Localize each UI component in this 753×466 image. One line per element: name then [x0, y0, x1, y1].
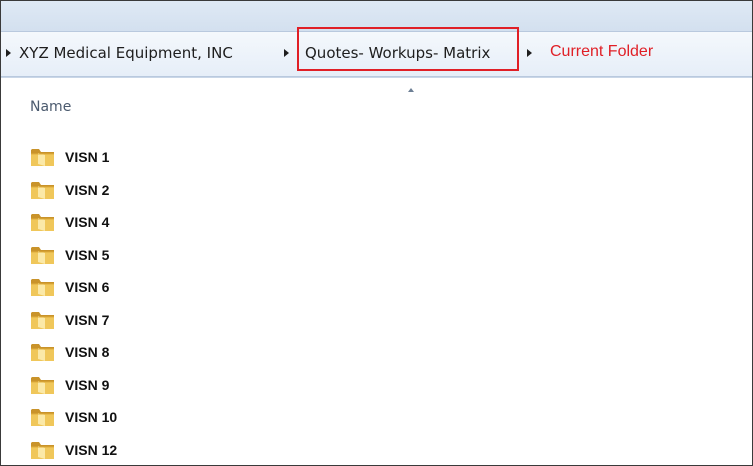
folder-icon — [31, 246, 54, 264]
folder-label: VISN 2 — [65, 181, 110, 198]
folder-item[interactable]: VISN 7 — [30, 304, 270, 337]
folder-item[interactable]: VISN 8 — [30, 336, 270, 369]
folder-item[interactable]: VISN 9 — [30, 369, 270, 402]
chevron-right-icon[interactable] — [6, 49, 11, 57]
folder-icon — [31, 214, 54, 232]
folder-item[interactable]: VISN 10 — [30, 401, 270, 434]
folder-label: VISN 9 — [65, 376, 110, 393]
folder-item[interactable]: VISN 6 — [30, 271, 270, 304]
folder-item[interactable]: VISN 12 — [30, 434, 270, 466]
folder-label: VISN 7 — [65, 311, 110, 328]
breadcrumb-parent[interactable]: XYZ Medical Equipment, INC — [19, 44, 233, 62]
current-folder-annotation: Current Folder — [550, 43, 654, 60]
folder-label: VISN 4 — [65, 214, 110, 231]
folder-icon — [31, 311, 54, 329]
folder-item[interactable]: VISN 5 — [30, 239, 270, 272]
folder-icon — [31, 279, 54, 297]
current-folder-highlight — [297, 27, 519, 71]
folder-label: VISN 10 — [65, 409, 118, 426]
folder-icon — [31, 409, 54, 427]
folder-label: VISN 1 — [65, 149, 110, 166]
folder-icon — [31, 181, 54, 199]
folder-item[interactable]: VISN 1 — [30, 141, 270, 174]
folder-icon — [31, 441, 54, 459]
folder-icon — [31, 344, 54, 362]
folder-list: VISN 1 VISN 2 VISN 4 VISN 5 VISN 6 VISN … — [30, 141, 270, 466]
folder-icon — [31, 376, 54, 394]
folder-icon — [31, 149, 54, 167]
column-header-name[interactable]: Name — [1, 78, 752, 132]
sort-ascending-icon — [408, 88, 414, 92]
folder-label: VISN 5 — [65, 246, 110, 263]
chevron-right-icon[interactable] — [527, 49, 532, 57]
folder-label: VISN 8 — [65, 344, 110, 361]
chevron-right-icon[interactable] — [284, 49, 289, 57]
column-header-label: Name — [30, 99, 72, 115]
folder-item[interactable]: VISN 2 — [30, 174, 270, 207]
explorer-window: XYZ Medical Equipment, INC Quotes- Worku… — [0, 0, 753, 466]
folder-label: VISN 12 — [65, 441, 118, 458]
folder-item[interactable]: VISN 4 — [30, 206, 270, 239]
folder-label: VISN 6 — [65, 279, 110, 296]
